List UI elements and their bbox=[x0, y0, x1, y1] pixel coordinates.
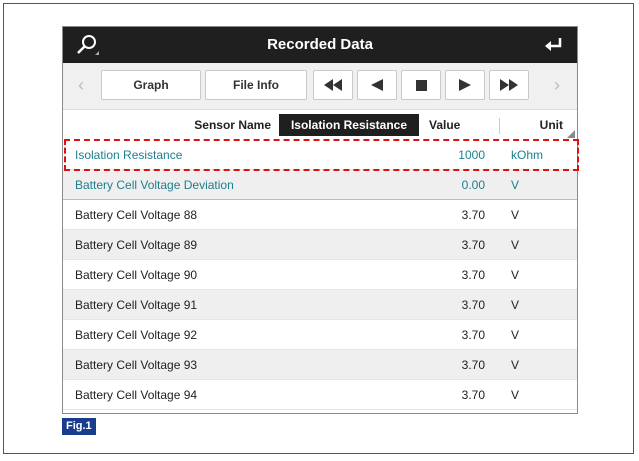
sensor-unit: V bbox=[511, 178, 520, 192]
resize-corner-icon bbox=[567, 130, 575, 138]
sensor-name: Battery Cell Voltage 92 bbox=[75, 328, 198, 342]
file-info-button[interactable]: File Info bbox=[205, 70, 307, 100]
sensor-unit: V bbox=[511, 298, 520, 312]
highlight-box bbox=[64, 139, 579, 171]
sensor-table: Isolation Resistance 1000 kOhm Battery C… bbox=[63, 140, 577, 410]
table-row[interactable]: Battery Cell Voltage 88 3.70 V bbox=[63, 200, 577, 230]
table-row[interactable]: Battery Cell Voltage 89 3.70 V bbox=[63, 230, 577, 260]
scroll-right-icon[interactable]: › bbox=[547, 74, 567, 96]
playback-toolbar: ‹ Graph File Info › bbox=[63, 63, 577, 110]
sensor-name: Battery Cell Voltage 90 bbox=[75, 268, 198, 282]
sensor-name: Battery Cell Voltage 91 bbox=[75, 298, 198, 312]
sensor-unit: V bbox=[511, 238, 520, 252]
scroll-left-icon[interactable]: ‹ bbox=[71, 74, 91, 96]
table-row[interactable]: Battery Cell Voltage 93 3.70 V bbox=[63, 350, 577, 380]
sensor-name: Battery Cell Voltage 94 bbox=[75, 388, 198, 402]
fast-forward-button[interactable] bbox=[489, 70, 529, 100]
table-header: Sensor Name Isolation Resistance Value U… bbox=[63, 110, 577, 140]
sensor-name-header[interactable]: Sensor Name bbox=[194, 110, 271, 140]
fast-forward-icon bbox=[500, 79, 518, 91]
column-divider bbox=[499, 118, 500, 134]
sensor-value: 3.70 bbox=[461, 328, 485, 342]
sensor-name: Battery Cell Voltage 89 bbox=[75, 238, 198, 252]
sensor-unit: V bbox=[511, 328, 520, 342]
sensor-value: 3.70 bbox=[461, 208, 485, 222]
selected-sensor-tag[interactable]: Isolation Resistance bbox=[279, 114, 419, 136]
sensor-unit: V bbox=[511, 268, 520, 282]
previous-button[interactable] bbox=[357, 70, 397, 100]
back-arrow-icon[interactable] bbox=[543, 35, 565, 55]
sensor-unit: V bbox=[511, 358, 520, 372]
table-row[interactable]: Battery Cell Voltage 92 3.70 V bbox=[63, 320, 577, 350]
stop-button[interactable] bbox=[401, 70, 441, 100]
table-row[interactable]: Battery Cell Voltage 94 3.70 V bbox=[63, 380, 577, 410]
sensor-value: 0.00 bbox=[461, 178, 485, 192]
play-back-icon bbox=[371, 79, 383, 91]
page-title: Recorded Data bbox=[267, 36, 373, 53]
stop-icon bbox=[415, 79, 427, 91]
sensor-unit: V bbox=[511, 208, 520, 222]
sensor-value: 3.70 bbox=[461, 298, 485, 312]
table-row[interactable]: Battery Cell Voltage 91 3.70 V bbox=[63, 290, 577, 320]
rewind-button[interactable] bbox=[313, 70, 353, 100]
sensor-value: 3.70 bbox=[461, 358, 485, 372]
play-button[interactable] bbox=[445, 70, 485, 100]
unit-header: Unit bbox=[539, 118, 563, 132]
title-bar: Recorded Data bbox=[63, 27, 577, 63]
table-row[interactable]: Battery Cell Voltage 90 3.70 V bbox=[63, 260, 577, 290]
sensor-unit: V bbox=[511, 388, 520, 402]
sensor-value: 3.70 bbox=[461, 238, 485, 252]
sensor-name: Battery Cell Voltage 93 bbox=[75, 358, 198, 372]
sensor-value: 3.70 bbox=[461, 388, 485, 402]
sensor-value: 3.70 bbox=[461, 268, 485, 282]
play-icon bbox=[459, 79, 471, 91]
rewind-icon bbox=[324, 79, 342, 91]
recorded-data-screen: Recorded Data ‹ Graph File Info › Sensor… bbox=[62, 26, 578, 414]
table-row[interactable]: Battery Cell Voltage Deviation 0.00 V bbox=[63, 170, 577, 200]
sensor-name: Battery Cell Voltage Deviation bbox=[75, 178, 234, 192]
value-header: Value bbox=[429, 118, 461, 132]
sensor-name: Battery Cell Voltage 88 bbox=[75, 208, 198, 222]
graph-button[interactable]: Graph bbox=[101, 70, 201, 100]
figure-label: Fig.1 bbox=[62, 418, 96, 435]
